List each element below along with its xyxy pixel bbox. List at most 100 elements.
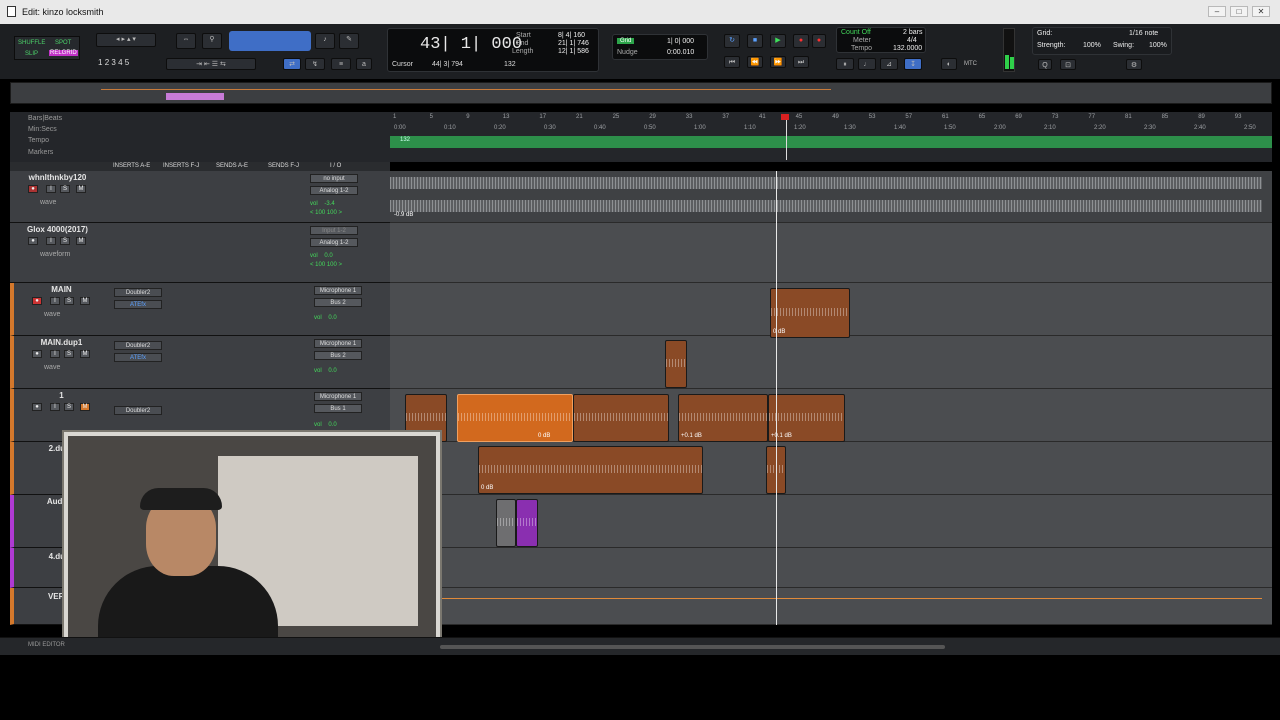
- audio-clip[interactable]: 0 dB: [478, 446, 703, 494]
- input-monitor-button[interactable]: I: [50, 350, 60, 358]
- record-enable-button[interactable]: ●: [32, 350, 42, 358]
- track-name[interactable]: 1: [24, 391, 99, 400]
- meter-value[interactable]: 4/4: [907, 37, 917, 44]
- track-name[interactable]: MAIN: [24, 285, 99, 294]
- online-icon[interactable]: ◐: [941, 58, 957, 70]
- audio-clip[interactable]: 0 dB: [770, 288, 850, 338]
- swing-value[interactable]: 100%: [1149, 42, 1167, 49]
- quantize-icon[interactable]: Q: [1038, 59, 1052, 70]
- track-lane[interactable]: [390, 336, 1272, 389]
- slip-mode-button[interactable]: SLIP: [25, 51, 38, 57]
- start-value[interactable]: 8| 4| 160: [558, 32, 585, 39]
- end-value[interactable]: 21| 1| 746: [558, 40, 589, 47]
- record-icon[interactable]: ●: [793, 34, 809, 48]
- input-selector[interactable]: Input 1-2: [310, 226, 358, 235]
- input-selector[interactable]: Microphone 1: [314, 286, 362, 295]
- counter-display[interactable]: 43| 1| 000 Cursor 44| 3| 794 132 Start E…: [387, 28, 599, 72]
- insert-slot[interactable]: Doubler2: [114, 288, 162, 297]
- grid-value-label[interactable]: Grid: [617, 38, 635, 44]
- track-row[interactable]: MAIN.dup1 ● I S M wave Doubler2 ATEfx Mi…: [10, 336, 390, 389]
- mute-button[interactable]: M: [80, 350, 90, 358]
- tab-to-transient-icon[interactable]: ↯: [305, 58, 325, 70]
- nudge-value[interactable]: 0:00.010: [667, 49, 694, 56]
- pencil-icon[interactable]: ✎: [339, 33, 359, 49]
- meter-display[interactable]: Count Off 2 bars Meter 4/4 Tempo 132.000…: [836, 27, 926, 53]
- input-monitor-button[interactable]: I: [50, 403, 60, 411]
- grid-settings-value[interactable]: 1/16 note: [1129, 30, 1158, 37]
- track-lane[interactable]: 0 dB: [390, 283, 1272, 338]
- playhead[interactable]: [786, 116, 787, 160]
- solo-button[interactable]: S: [64, 297, 74, 305]
- track-lane[interactable]: [390, 223, 1272, 283]
- audio-clip[interactable]: [496, 499, 516, 547]
- track-lane[interactable]: -0.9 dB: [390, 171, 1272, 223]
- volume-value[interactable]: vol 0.0: [314, 368, 337, 374]
- track-view[interactable]: wave: [40, 199, 56, 206]
- output-selector[interactable]: Analog 1-2: [310, 186, 358, 195]
- solo-button[interactable]: S: [60, 185, 70, 193]
- mute-button[interactable]: M: [80, 297, 90, 305]
- grid-value[interactable]: 1| 0| 000: [667, 38, 694, 45]
- input-monitor-button[interactable]: I: [46, 237, 56, 245]
- solo-button[interactable]: S: [60, 237, 70, 245]
- mtc-label[interactable]: MTC: [964, 61, 977, 67]
- track-view[interactable]: waveform: [40, 251, 70, 258]
- midi-merge-icon[interactable]: ⏸: [836, 58, 854, 70]
- universe-overview[interactable]: [10, 82, 1272, 104]
- pan-value[interactable]: < 100 100 >: [310, 210, 342, 216]
- output-selector[interactable]: Bus 2: [314, 351, 362, 360]
- mute-button[interactable]: M: [80, 403, 90, 411]
- input-monitor-button[interactable]: I: [46, 185, 56, 193]
- record-enable-button[interactable]: ●: [32, 403, 42, 411]
- record-enable-button[interactable]: ●: [28, 185, 38, 193]
- play-icon[interactable]: ▶: [770, 34, 786, 48]
- count-off-label[interactable]: Count Off: [841, 29, 871, 36]
- speaker-icon[interactable]: ♪: [315, 33, 335, 49]
- grid-nudge-display[interactable]: Grid 1| 0| 000 Nudge 0:00.010: [612, 34, 708, 60]
- output-selector[interactable]: Analog 1-2: [310, 238, 358, 247]
- mute-button[interactable]: M: [76, 237, 86, 245]
- track-view[interactable]: wave: [44, 311, 60, 318]
- track-lane[interactable]: 0 dB +0.1 dB +0.1 dB: [390, 389, 1272, 442]
- minimize-button[interactable]: –: [1208, 6, 1226, 17]
- insert-slot[interactable]: Doubler2: [114, 341, 162, 350]
- stop-icon[interactable]: ■: [747, 34, 763, 48]
- input-selector[interactable]: no input: [310, 174, 358, 183]
- audio-clip[interactable]: +0.1 dB: [768, 394, 845, 442]
- insert-slot[interactable]: ATEfx: [114, 353, 162, 362]
- sends-ae-header[interactable]: SENDS A-E: [216, 163, 248, 169]
- midi-editor-label[interactable]: MIDI EDITOR: [28, 642, 65, 648]
- strength-value[interactable]: 100%: [1083, 42, 1101, 49]
- inserts-ae-header[interactable]: INSERTS A-E: [113, 163, 150, 169]
- record-enable-button[interactable]: ●: [32, 297, 42, 305]
- keyboard-focus-icon[interactable]: a: [356, 58, 372, 70]
- horizontal-scrollbar[interactable]: [440, 645, 945, 649]
- close-button[interactable]: ✕: [1252, 6, 1270, 17]
- record-enable-button[interactable]: ●: [28, 237, 38, 245]
- output-selector[interactable]: Bus 2: [314, 298, 362, 307]
- fast-forward-icon[interactable]: ⏩: [770, 56, 786, 68]
- track-row[interactable]: MAIN ● I S M wave Doubler2 ATEfx Microph…: [10, 283, 390, 336]
- return-to-zero-icon[interactable]: ⏮: [724, 56, 740, 68]
- playhead-marker[interactable]: [781, 114, 789, 120]
- conductor-icon[interactable]: ↧: [904, 58, 922, 70]
- insert-slot[interactable]: Doubler2: [114, 406, 162, 415]
- grid-settings-display[interactable]: Grid: 1/16 note Strength: 100% Swing: 10…: [1032, 27, 1172, 55]
- zoom-presets[interactable]: 1 2 3 4 5: [98, 58, 129, 67]
- spot-mode-button[interactable]: SPOT: [55, 40, 71, 46]
- timeline-tracks-area[interactable]: -0.9 dB 0 dB 0 dB +0.1 dB +0.1 dB 0 dB: [390, 171, 1272, 625]
- grid-mode-button[interactable]: RELGRID: [49, 50, 78, 56]
- track-lane[interactable]: [390, 548, 1272, 588]
- track-lane[interactable]: [390, 588, 1272, 625]
- volume-value[interactable]: vol 0.0: [314, 315, 337, 321]
- trim-icon[interactable]: ⇔: [176, 33, 196, 49]
- track-name[interactable]: Glox 4000(2017): [20, 225, 95, 234]
- track-row[interactable]: whnlthnkby120 ● I S M wave no input Anal…: [10, 171, 390, 223]
- track-lane[interactable]: 0 dB: [390, 442, 1272, 495]
- smart-tool-group[interactable]: [229, 31, 311, 51]
- mute-button[interactable]: M: [76, 185, 86, 193]
- output-selector[interactable]: Bus 1: [314, 404, 362, 413]
- record-mode-icon[interactable]: ●: [812, 34, 826, 48]
- audio-clip[interactable]: [665, 340, 687, 388]
- solo-button[interactable]: S: [64, 403, 74, 411]
